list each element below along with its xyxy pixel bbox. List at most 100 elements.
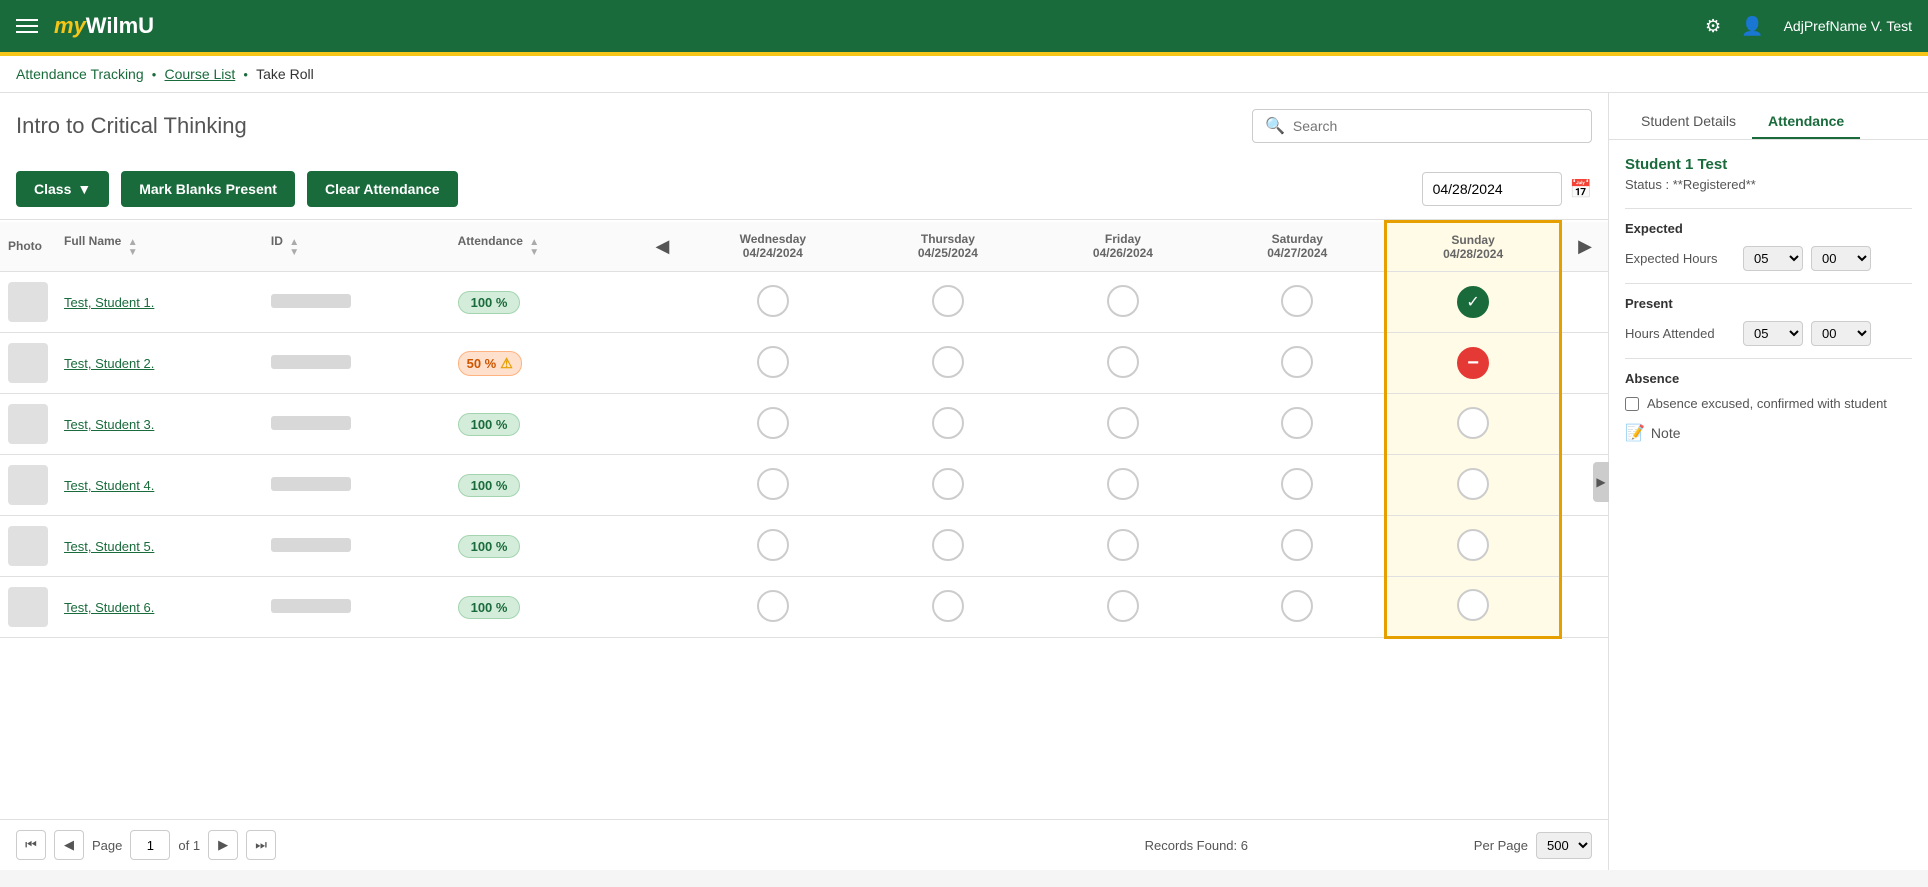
col-attendance[interactable]: Attendance ▲▼ xyxy=(450,222,640,272)
sunday-attendance-circle[interactable] xyxy=(1457,407,1489,439)
attendance-circle[interactable] xyxy=(1281,468,1313,500)
student-name-link[interactable]: Test, Student 5. xyxy=(64,539,154,554)
student-name-link[interactable]: Test, Student 3. xyxy=(64,417,154,432)
nav-next-cell xyxy=(1561,516,1608,577)
sort-id[interactable]: ▲▼ xyxy=(289,238,299,258)
prev-page-button[interactable]: ◀ xyxy=(54,830,84,860)
next-page-button[interactable]: ▶ xyxy=(208,830,238,860)
attendance-circle[interactable] xyxy=(757,407,789,439)
attendance-circle[interactable] xyxy=(1281,590,1313,622)
mark-blanks-button[interactable]: Mark Blanks Present xyxy=(121,171,295,207)
search-box[interactable]: 🔍 xyxy=(1252,109,1592,143)
student-name-link[interactable]: Test, Student 6. xyxy=(64,600,154,615)
attendance-circle[interactable] xyxy=(932,285,964,317)
attendance-circle[interactable] xyxy=(757,590,789,622)
tab-attendance[interactable]: Attendance xyxy=(1752,105,1860,139)
expected-minutes-select[interactable]: 00153045 xyxy=(1811,246,1871,271)
total-pages: of 1 xyxy=(178,838,200,853)
expected-hours-label: Expected Hours xyxy=(1625,251,1735,266)
date-input[interactable] xyxy=(1422,172,1562,206)
col-full-name[interactable]: Full Name ▲▼ xyxy=(56,222,263,272)
sunday-attendance-circle[interactable] xyxy=(1457,468,1489,500)
nav-prev-cell xyxy=(639,333,685,394)
class-button[interactable]: Class ▼ xyxy=(16,171,109,207)
prev-week-button[interactable]: ◀ xyxy=(647,236,677,257)
attendance-circle[interactable] xyxy=(1107,285,1139,317)
col-saturday: Saturday 04/27/2024 xyxy=(1210,222,1385,272)
col-sunday-day: Sunday xyxy=(1395,233,1551,247)
present-section-label: Present xyxy=(1625,296,1912,311)
col-thursday: Thursday 04/25/2024 xyxy=(860,222,1035,272)
day-cell xyxy=(1035,455,1210,516)
attendance-circle[interactable] xyxy=(932,346,964,378)
breadcrumb-take-roll: Take Roll xyxy=(256,66,314,82)
sort-full-name[interactable]: ▲▼ xyxy=(128,238,138,258)
attendance-circle[interactable] xyxy=(932,529,964,561)
clear-attendance-label: Clear Attendance xyxy=(325,181,440,197)
breadcrumb-course-list[interactable]: Course List xyxy=(164,66,235,82)
per-page-label: Per Page xyxy=(1474,838,1528,853)
sunday-attendance-circle[interactable]: ✓ xyxy=(1457,286,1489,318)
attendance-circle[interactable] xyxy=(1107,590,1139,622)
sunday-attendance-circle[interactable]: − xyxy=(1457,347,1489,379)
attendance-circle[interactable] xyxy=(1281,285,1313,317)
attendance-circle[interactable] xyxy=(1107,529,1139,561)
col-id[interactable]: ID ▲▼ xyxy=(263,222,450,272)
first-page-button[interactable]: ⏮ xyxy=(16,830,46,860)
col-nav-next[interactable]: ▶ xyxy=(1561,222,1608,272)
attendance-circle[interactable] xyxy=(1107,468,1139,500)
day-cell xyxy=(860,272,1035,333)
attendance-circle[interactable] xyxy=(1281,407,1313,439)
page-input[interactable] xyxy=(130,830,170,860)
table-row: Test, Student 1.100 %✓ xyxy=(0,272,1608,333)
student-attendance-cell: 50 % ⚠ xyxy=(450,333,640,394)
sort-attendance[interactable]: ▲▼ xyxy=(529,238,539,258)
student-id-blur xyxy=(271,294,351,308)
sunday-attendance-circle[interactable] xyxy=(1457,529,1489,561)
day-cell xyxy=(1035,577,1210,638)
col-nav-prev[interactable]: ◀ xyxy=(639,222,685,272)
sunday-cell xyxy=(1386,516,1561,577)
clear-attendance-button[interactable]: Clear Attendance xyxy=(307,171,458,207)
attendance-circle[interactable] xyxy=(757,346,789,378)
hamburger-menu[interactable] xyxy=(16,19,38,33)
sunday-attendance-circle[interactable] xyxy=(1457,589,1489,621)
per-page-select[interactable]: 500 100 50 25 xyxy=(1536,832,1592,859)
student-name-link[interactable]: Test, Student 4. xyxy=(64,478,154,493)
right-panel-toggle[interactable]: ▶ xyxy=(1593,462,1609,502)
expected-hours-select[interactable]: 0501020304060708 xyxy=(1743,246,1803,271)
search-icon: 🔍 xyxy=(1265,116,1285,136)
nav-next-cell xyxy=(1561,333,1608,394)
col-sunday: Sunday 04/28/2024 xyxy=(1386,222,1561,272)
attendance-circle[interactable] xyxy=(757,529,789,561)
settings-icon[interactable]: ⚙ xyxy=(1705,16,1721,37)
attendance-circle[interactable] xyxy=(932,407,964,439)
student-name-link[interactable]: Test, Student 2. xyxy=(64,356,154,371)
attendance-circle[interactable] xyxy=(932,590,964,622)
breadcrumb-dot-2: ● xyxy=(243,70,248,79)
tab-student-details[interactable]: Student Details xyxy=(1625,105,1752,139)
attendance-circle[interactable] xyxy=(1107,346,1139,378)
student-id-blur xyxy=(271,599,351,613)
attendance-circle[interactable] xyxy=(1281,529,1313,561)
attendance-circle[interactable] xyxy=(757,468,789,500)
last-page-button[interactable]: ⏭ xyxy=(246,830,276,860)
calendar-icon[interactable]: 📅 xyxy=(1570,179,1592,200)
absence-excused-label: Absence excused, confirmed with student xyxy=(1647,396,1887,411)
photo-placeholder xyxy=(8,282,48,322)
attendance-circle[interactable] xyxy=(1107,407,1139,439)
right-panel: ▶ Student Details Attendance Student 1 T… xyxy=(1608,93,1928,870)
student-name-link[interactable]: Test, Student 1. xyxy=(64,295,154,310)
expected-hours-row: Expected Hours 0501020304060708 00153045 xyxy=(1625,246,1912,271)
attendance-circle[interactable] xyxy=(932,468,964,500)
search-input[interactable] xyxy=(1293,118,1579,134)
attendance-circle[interactable] xyxy=(757,285,789,317)
next-week-button[interactable]: ▶ xyxy=(1570,236,1600,257)
user-icon[interactable]: 👤 xyxy=(1741,16,1763,37)
attendance-circle[interactable] xyxy=(1281,346,1313,378)
absence-excused-checkbox[interactable] xyxy=(1625,397,1639,411)
nav-next-cell xyxy=(1561,272,1608,333)
present-minutes-select[interactable]: 00153045 xyxy=(1811,321,1871,346)
present-hours-select[interactable]: 0501020304060708 xyxy=(1743,321,1803,346)
student-id-blur xyxy=(271,538,351,552)
